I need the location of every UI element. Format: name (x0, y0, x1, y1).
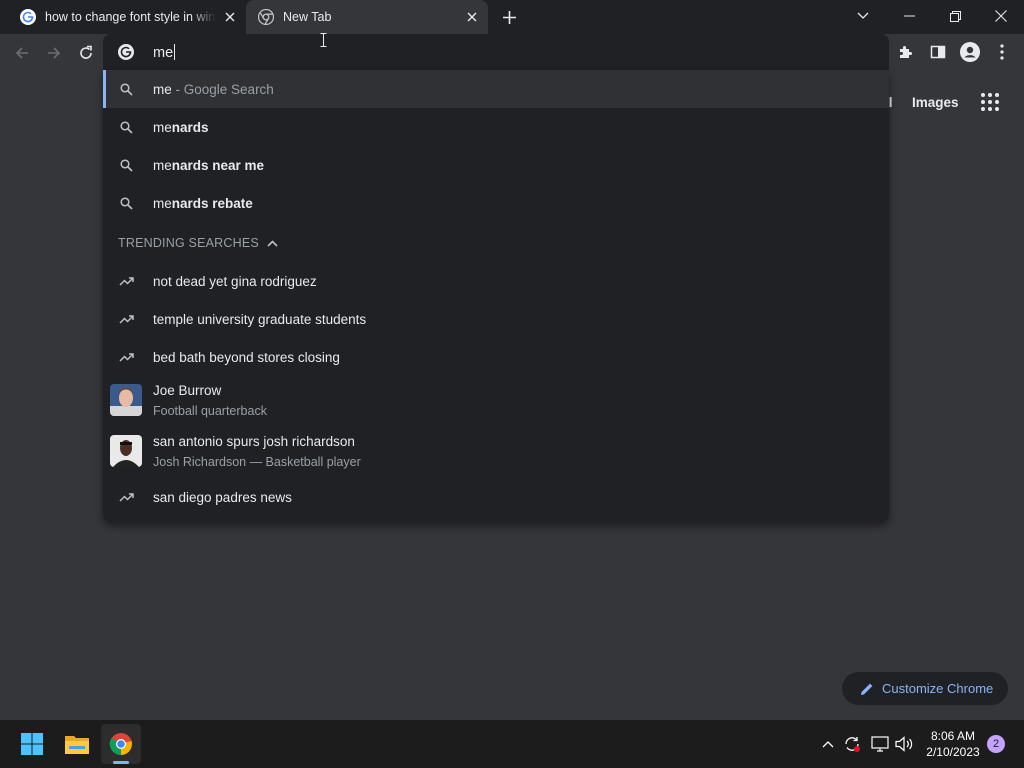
clock-time: 8:06 AM (930, 729, 976, 743)
search-icon (118, 119, 134, 135)
system-clock[interactable]: 8:06 AM 2/10/2023 (920, 728, 986, 760)
trending-arrow-icon (118, 489, 134, 505)
images-link[interactable]: Images (912, 95, 959, 110)
network-icon[interactable] (870, 734, 890, 754)
search-icon (118, 195, 134, 211)
trending-arrow-icon (118, 273, 134, 289)
suggestion-typed: me (153, 195, 172, 211)
windows-taskbar: 8:06 AM 2/10/2023 2 (0, 720, 1024, 768)
customize-chrome-button[interactable]: Customize Chrome (842, 672, 1008, 705)
google-g-icon (118, 44, 134, 60)
chrome-icon (258, 9, 274, 25)
tab-new-tab[interactable]: New Tab (246, 0, 488, 34)
suggestion-completion: nards near me (171, 157, 265, 173)
side-panel-icon[interactable] (926, 40, 950, 64)
close-window-icon[interactable] (978, 0, 1024, 32)
customize-chrome-label: Customize Chrome (882, 681, 994, 696)
suggestion-row[interactable]: menards near me (103, 146, 889, 184)
trending-item[interactable]: bed bath beyond stores closing (103, 338, 889, 376)
entity-title: san antonio spurs josh richardson (153, 434, 355, 449)
suggestion-row[interactable]: me - Google Search (103, 70, 889, 108)
trending-header[interactable]: TRENDING SEARCHES (118, 236, 278, 250)
volume-icon[interactable] (894, 734, 914, 754)
omnibox-input[interactable]: me (153, 43, 176, 61)
search-icon (118, 157, 134, 173)
new-tab-button[interactable] (498, 7, 520, 27)
tab-strip: how to change font style in windows 11 -… (0, 0, 1024, 34)
josh-richardson-thumbnail (110, 435, 142, 467)
extensions-icon[interactable] (894, 40, 918, 64)
chevron-up-icon[interactable] (267, 239, 278, 247)
text-cursor-icon (320, 33, 327, 47)
trending-entity-item[interactable]: san antonio spurs josh richardson Josh R… (103, 430, 889, 474)
google-g-icon (20, 9, 36, 25)
suggestion-row[interactable]: menards (103, 108, 889, 146)
trending-item[interactable]: not dead yet gina rodriguez (103, 262, 889, 300)
omnibox-dropdown: me - Google Search menards menards near … (103, 70, 889, 522)
trending-text: bed bath beyond stores closing (153, 349, 340, 365)
google-apps-icon[interactable] (980, 92, 1000, 112)
windows-start-icon[interactable] (12, 724, 52, 764)
trending-arrow-icon (118, 349, 134, 365)
entity-subtitle: Josh Richardson — Basketball player (153, 455, 361, 469)
omnibox-text: me (153, 44, 174, 61)
search-icon (118, 81, 134, 97)
profile-avatar-icon[interactable] (958, 40, 982, 64)
suggestion-typed: me (153, 119, 172, 135)
notification-badge[interactable]: 2 (987, 735, 1005, 753)
trending-entity-item[interactable]: Joe Burrow Football quarterback (103, 379, 889, 423)
entity-title: Joe Burrow (153, 383, 222, 398)
suggestion-completion: nards (171, 119, 209, 135)
pencil-icon (860, 682, 874, 696)
trending-text: temple university graduate students (153, 311, 367, 327)
trending-arrow-icon (118, 311, 134, 327)
suggestion-completion: nards rebate (171, 195, 253, 211)
restore-icon[interactable] (932, 0, 978, 32)
trending-text: san diego padres news (153, 489, 292, 505)
chrome-taskbar-icon[interactable] (101, 724, 141, 764)
suggestion-typed: me (153, 81, 172, 97)
tab-title: New Tab (283, 10, 332, 24)
active-app-indicator (113, 761, 129, 764)
joe-burrow-thumbnail (110, 384, 142, 416)
show-hidden-icons-chevron-icon[interactable] (818, 734, 838, 754)
suggestion-typed: me (153, 157, 172, 173)
close-tab-icon[interactable] (220, 7, 240, 27)
trending-item[interactable]: temple university graduate students (103, 300, 889, 338)
tab-title: how to change font style in windows 11 -… (45, 10, 216, 24)
trending-item[interactable]: san diego padres news (103, 478, 889, 516)
tab-google-search[interactable]: how to change font style in windows 11 -… (8, 0, 246, 34)
tab-search-icon[interactable] (840, 0, 886, 32)
trending-text: not dead yet gina rodriguez (153, 273, 317, 289)
forward-arrow-icon[interactable] (40, 39, 68, 67)
minimize-icon[interactable] (886, 0, 932, 32)
back-arrow-icon[interactable] (8, 39, 36, 67)
text-caret (174, 43, 176, 60)
suggestion-row[interactable]: menards rebate (103, 184, 889, 222)
trending-header-label: TRENDING SEARCHES (118, 236, 259, 250)
close-tab-icon[interactable] (462, 7, 482, 27)
reload-icon[interactable] (72, 39, 100, 67)
entity-subtitle: Football quarterback (153, 404, 267, 418)
file-explorer-icon[interactable] (57, 724, 97, 764)
sync-icon[interactable] (842, 734, 862, 754)
clock-date: 2/10/2023 (926, 745, 980, 759)
suggestion-suffix: - Google Search (171, 81, 274, 97)
chrome-menu-icon[interactable] (990, 40, 1014, 64)
omnibox[interactable]: me (103, 34, 889, 70)
